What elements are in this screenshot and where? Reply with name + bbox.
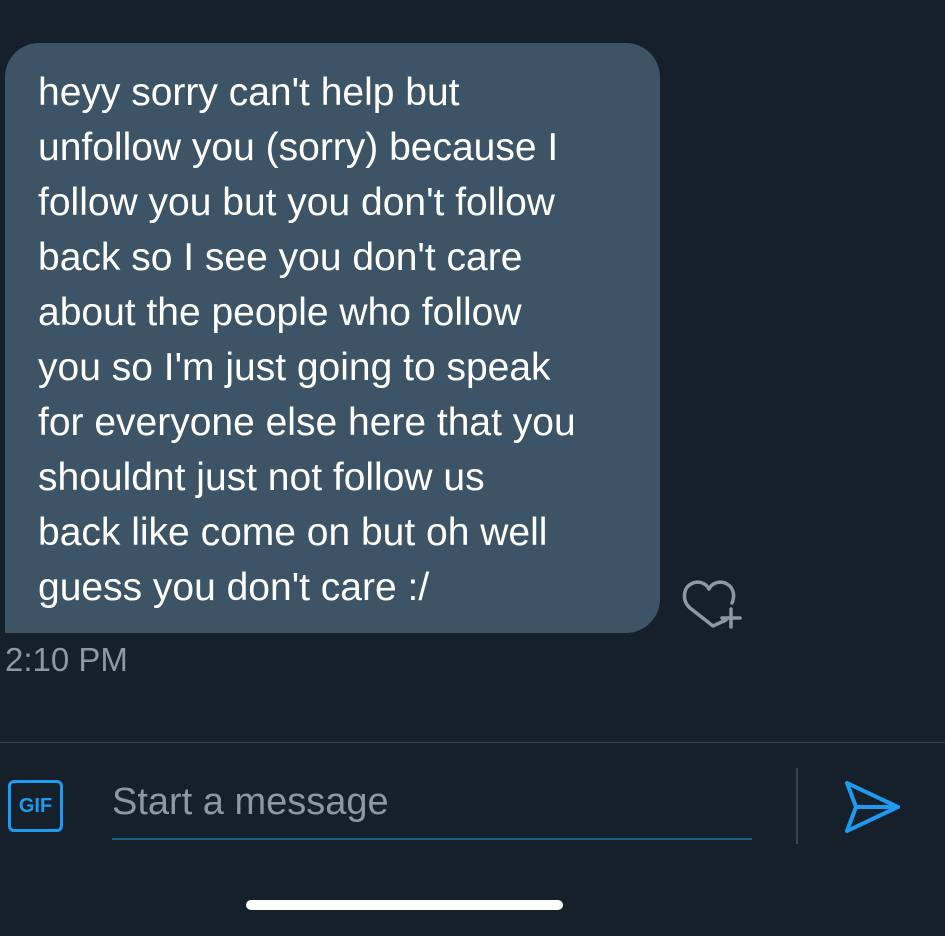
home-indicator [246,900,563,910]
send-icon[interactable] [842,778,902,836]
composer-vertical-divider [796,768,798,844]
heart-plus-icon[interactable] [682,574,744,630]
received-message-bubble[interactable]: heyy sorry can't help but unfollow you (… [5,43,660,633]
message-timestamp: 2:10 PM [5,641,128,678]
message-input[interactable] [112,766,752,840]
message-text: heyy sorry can't help but unfollow you (… [38,71,576,609]
gif-button[interactable]: GIF [8,780,63,832]
composer-divider [0,742,945,743]
